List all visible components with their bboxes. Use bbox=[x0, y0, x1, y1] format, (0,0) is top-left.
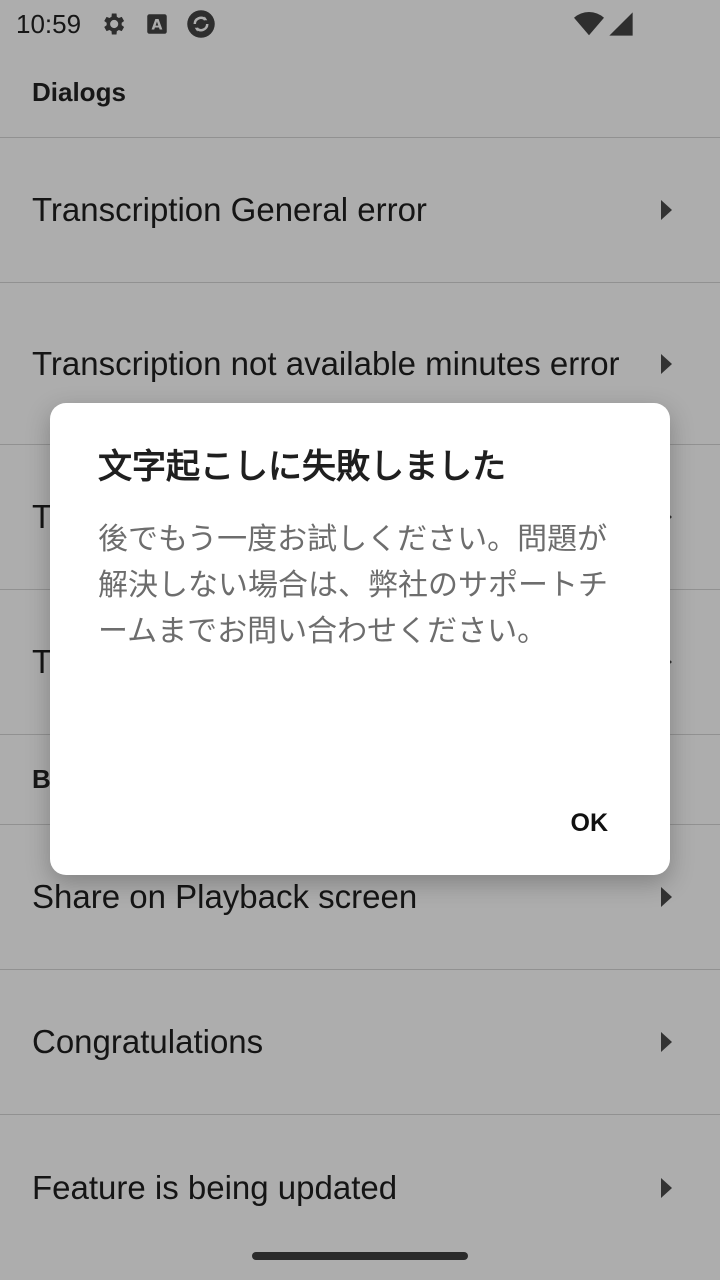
dialog-message: 後でもう一度お試しください。問題が解決しない場合は、弊社のサポートチームまでお問… bbox=[98, 522, 608, 649]
gesture-nav-bar[interactable] bbox=[252, 1252, 468, 1260]
ok-button[interactable]: OK bbox=[559, 801, 621, 845]
alert-dialog: 文字起こしに失敗しました 後でもう一度お試しください。問題が解決しない場合は、弊… bbox=[50, 403, 670, 875]
dialog-title: 文字起こしに失敗しました bbox=[98, 447, 506, 487]
